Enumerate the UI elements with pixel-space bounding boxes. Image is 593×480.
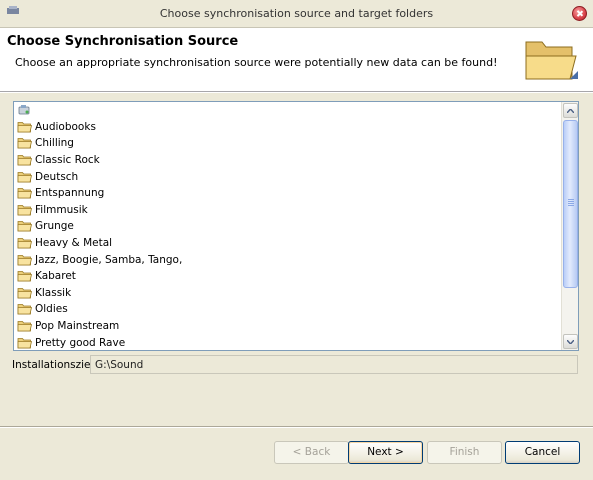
chevron-up-icon — [567, 108, 574, 113]
tree-folder-item[interactable]: Chilling — [14, 135, 560, 152]
folder-icon — [17, 204, 33, 216]
tree-folder-item[interactable]: Grunge — [14, 218, 560, 235]
tree-item-label: Classic Rock — [35, 154, 100, 167]
tree-item-label: Jazz, Boogie, Samba, Tango, — [35, 253, 183, 266]
install-target-label: Installationsziel: — [12, 359, 97, 371]
folder-icon — [17, 171, 33, 183]
tree-folder-item[interactable]: Klassik — [14, 285, 560, 302]
tree-folder-item[interactable]: Entspannung — [14, 185, 560, 202]
tree-folder-item[interactable]: Pretty good Rave — [14, 334, 560, 350]
next-button[interactable]: Next > — [348, 441, 423, 464]
window-title: Choose synchronisation source and target… — [159, 7, 434, 20]
chevron-down-icon — [567, 339, 574, 344]
page-title: Choose Synchronisation Source — [7, 34, 239, 49]
folder-icon — [17, 337, 33, 349]
scroll-up-button[interactable] — [563, 103, 578, 118]
tree-item-label: Audiobooks — [35, 120, 96, 133]
folder-icon — [17, 320, 33, 332]
tree-folder-item[interactable]: Pop Mainstream — [14, 318, 560, 335]
tree-list: Audiobooks Chilling Classic Rock Deutsch Ent… — [14, 102, 560, 350]
cancel-button[interactable]: Cancel — [505, 441, 580, 464]
tree-item-label: Chilling — [35, 137, 74, 150]
scroll-thumb[interactable] — [563, 120, 578, 288]
vertical-scrollbar[interactable] — [561, 102, 578, 350]
folder-icon — [17, 187, 33, 199]
folder-icon — [17, 237, 33, 249]
tree-item-label: Filmmusik — [35, 203, 88, 216]
tree-folder-item[interactable]: Deutsch — [14, 168, 560, 185]
folder-icon — [17, 254, 33, 266]
tree-folder-item[interactable]: Classic Rock — [14, 152, 560, 169]
tree-item-label: Oldies — [35, 303, 68, 316]
tree-folder-item[interactable]: Jazz, Boogie, Samba, Tango, — [14, 251, 560, 268]
folder-icon — [17, 220, 33, 232]
tree-folder-item[interactable]: Kabaret — [14, 268, 560, 285]
close-button[interactable] — [572, 6, 587, 21]
install-target-field[interactable]: G:\Sound — [90, 355, 578, 374]
folder-icon — [17, 121, 33, 133]
page-description: Choose an appropriate synchronisation so… — [15, 56, 498, 69]
open-folder-icon — [525, 41, 578, 80]
tree-item-label: Pop Mainstream — [35, 320, 120, 333]
tree-folder-item[interactable]: Filmmusik — [14, 202, 560, 219]
folder-icon — [17, 137, 33, 149]
scroll-down-button[interactable] — [563, 334, 578, 349]
title-bar: Choose synchronisation source and target… — [0, 0, 593, 28]
tree-item-label: Klassik — [35, 286, 72, 299]
wizard-header: Choose Synchronisation Source Choose an … — [0, 28, 593, 92]
tree-folder-item[interactable]: Oldies — [14, 301, 560, 318]
folder-icon — [17, 154, 33, 166]
tree-item-label: Kabaret — [35, 270, 76, 283]
tree-item-label: Pretty good Rave — [35, 336, 126, 349]
tree-folder-item[interactable]: Heavy & Metal — [14, 235, 560, 252]
drive-icon — [17, 104, 32, 116]
folder-icon — [17, 287, 33, 299]
tree-item-label: Deutsch — [35, 170, 79, 183]
wizard-body: Audiobooks Chilling Classic Rock Deutsch Ent… — [0, 93, 593, 480]
tree-item-label: Grunge — [35, 220, 74, 233]
tree-folder-item[interactable]: Audiobooks — [14, 119, 560, 136]
back-button[interactable]: < Back — [274, 441, 349, 464]
tree-item-label: Entspannung — [35, 187, 105, 200]
folder-icon — [17, 303, 33, 315]
tree-item-label: Heavy & Metal — [35, 237, 113, 250]
separator — [0, 426, 593, 428]
source-folder-tree[interactable]: Audiobooks Chilling Classic Rock Deutsch Ent… — [13, 101, 579, 351]
finish-button[interactable]: Finish — [427, 441, 502, 464]
tree-root-item[interactable] — [14, 102, 560, 119]
folder-icon — [17, 270, 33, 282]
